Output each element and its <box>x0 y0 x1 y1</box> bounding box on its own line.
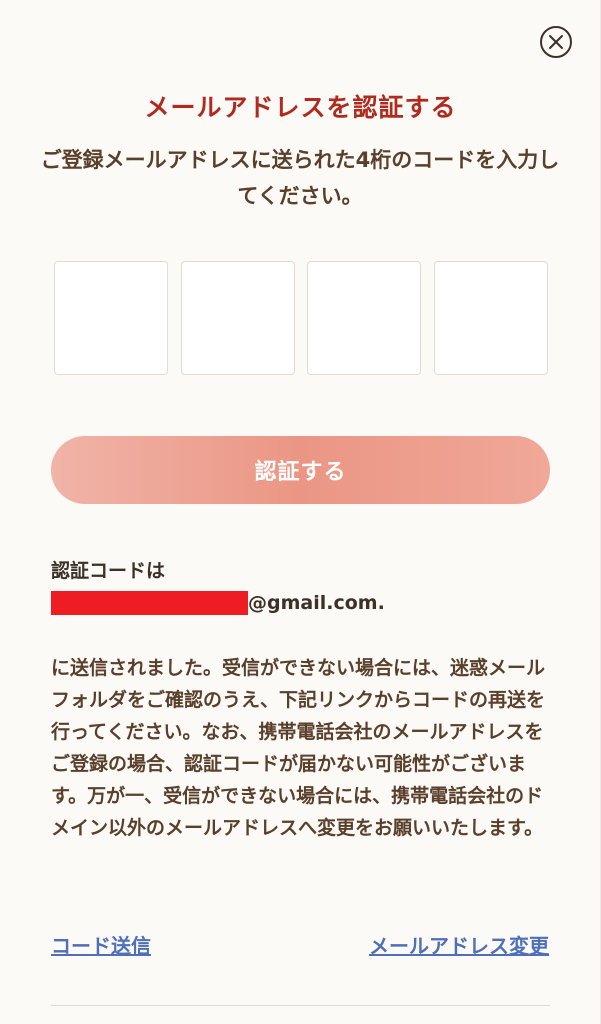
redacted-email-user <box>51 591 248 615</box>
email-address: @gmail.com. <box>51 590 385 616</box>
divider <box>51 1005 550 1006</box>
close-icon <box>549 35 563 49</box>
code-digit-2[interactable] <box>180 261 295 375</box>
code-digit-1[interactable] <box>54 261 168 375</box>
code-input-group <box>54 261 548 375</box>
notice-description: に送信されました。受信ができない場合には、迷惑メールフォルダをご確認のうえ、下記… <box>51 657 546 839</box>
dialog-title: メールアドレスを認証する <box>144 93 457 122</box>
code-digit-3[interactable] <box>307 261 422 375</box>
verify-button[interactable]: 認証する <box>51 436 550 504</box>
email-domain: @gmail.com. <box>248 592 385 614</box>
code-digit-4[interactable] <box>433 261 548 375</box>
verification-dialog: メールアドレスを認証する ご登録メールアドレスに送られた4桁のコードを入力してく… <box>0 0 601 1024</box>
sent-label: 認証コードは <box>51 560 166 582</box>
close-button[interactable] <box>540 26 572 58</box>
dialog-subtitle: ご登録メールアドレスに送られた4桁のコードを入力してください。 <box>40 148 560 208</box>
change-email-link[interactable]: メールアドレス変更 <box>369 930 549 959</box>
resend-code-link[interactable]: コード送信 <box>51 930 151 959</box>
